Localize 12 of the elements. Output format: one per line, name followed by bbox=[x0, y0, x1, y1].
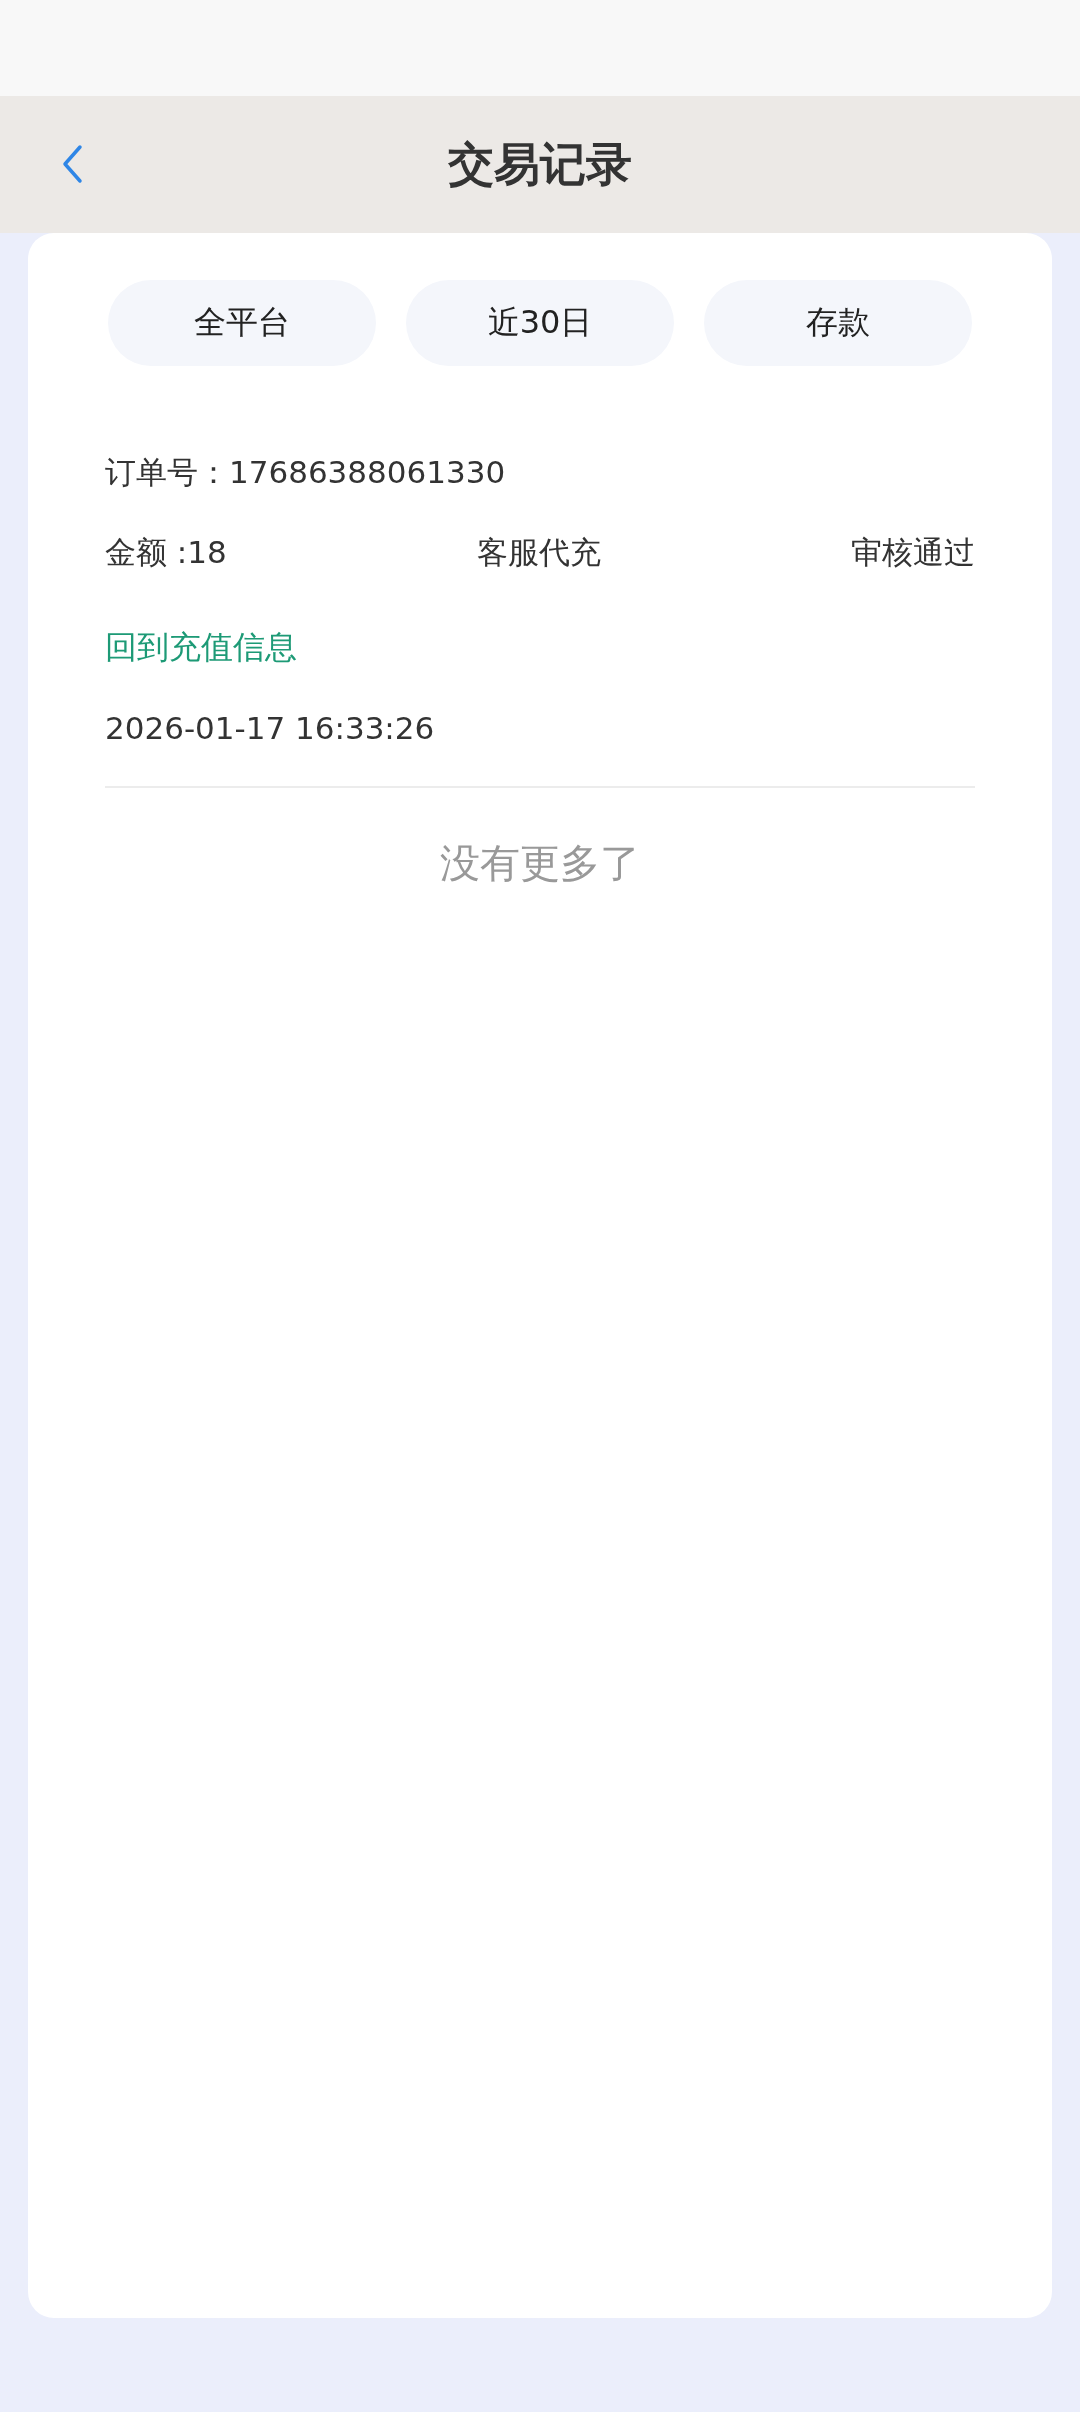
method-text: 客服代充 bbox=[476, 533, 601, 572]
filter-button[interactable]: 近30日 bbox=[406, 280, 674, 366]
recharge-info-link[interactable]: 回到充值信息 bbox=[105, 626, 297, 670]
back-icon[interactable] bbox=[60, 144, 84, 184]
filter-button[interactable]: 存款 bbox=[704, 280, 972, 366]
amount-text: 金额 :18 bbox=[105, 533, 227, 572]
order-number: 订单号：17686388061330 bbox=[105, 453, 506, 492]
page-title: 交易记录 bbox=[448, 135, 632, 193]
record-time: 2026-01-17 16:33:26 bbox=[105, 710, 435, 746]
status-text: 审核通过 bbox=[851, 533, 975, 572]
end-of-list-text: 没有更多了 bbox=[440, 839, 640, 888]
filter-button[interactable]: 全平台 bbox=[108, 280, 376, 366]
